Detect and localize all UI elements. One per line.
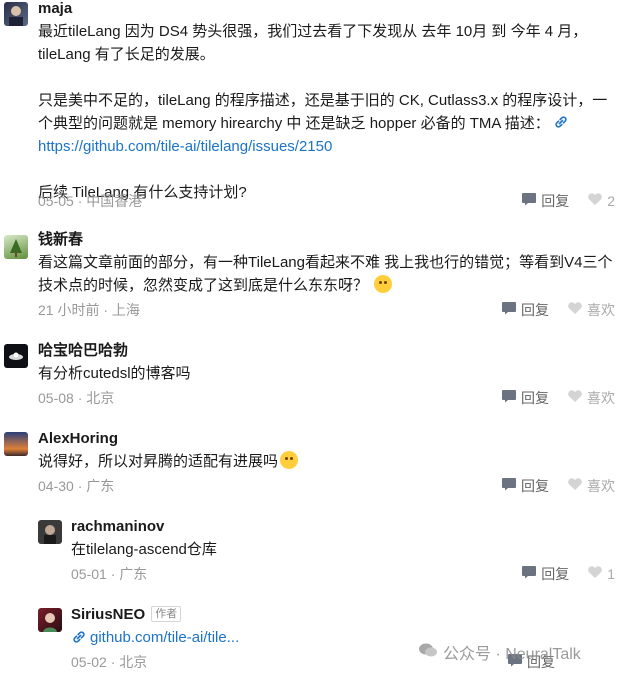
timestamp-location: 05-08 · 北京 xyxy=(38,390,115,406)
repo-link[interactable]: github.com/tile-ai/tile... xyxy=(90,629,239,646)
reply-label: 回复 xyxy=(541,193,570,209)
comment-author[interactable]: AlexHoring xyxy=(38,430,118,448)
comment-meta: 05-01 · 广东 回复 1 xyxy=(71,564,615,584)
comment-paragraph-text: 只是美中不足的，tileLang 的程序描述，还是基于旧的 CK, Cutlas… xyxy=(38,92,608,132)
reply-button[interactable]: 回复 xyxy=(521,191,569,211)
link-icon xyxy=(550,115,569,132)
comment-actions: 回复 喜欢 xyxy=(501,476,615,496)
comment-paragraph: 最近tileLang 因为 DS4 势头很强，我们过去看了下发现从 去年 10月… xyxy=(38,23,588,63)
comment-meta: 05-08 · 北京 回复 喜欢 xyxy=(38,388,615,408)
timestamp-location: 21 小时前 · 上海 xyxy=(38,302,140,318)
comment-author[interactable]: rachmaninov xyxy=(71,518,164,536)
comment-author[interactable]: maja xyxy=(38,0,72,18)
watermark: 公众号 · NeuralTalk xyxy=(418,640,581,664)
laughing-emoji-icon xyxy=(374,275,393,293)
comment-text: 在tilelang-ascend仓库 xyxy=(71,541,217,558)
avatar[interactable] xyxy=(4,235,28,259)
reply-label: 回复 xyxy=(521,478,549,494)
comment-meta: 21 小时前 · 上海 回复 喜欢 xyxy=(38,300,615,320)
comment-text: 最近tileLang 因为 DS4 势头很强，我们过去看了下发现从 去年 10月… xyxy=(38,20,615,204)
avatar[interactable] xyxy=(38,520,62,544)
comment-paragraph: 只是美中不足的，tileLang 的程序描述，还是基于旧的 CK, Cutlas… xyxy=(38,89,615,158)
reply-icon xyxy=(501,300,521,320)
like-count: 2 xyxy=(607,193,615,209)
heart-icon xyxy=(587,564,607,584)
wechat-icon xyxy=(418,642,438,663)
comment-meta: 04-30 · 广东 回复 喜欢 xyxy=(38,476,615,496)
comment-actions: 回复 喜欢 xyxy=(501,300,615,320)
comment-text: 说得好，所以对昇腾的适配有进展吗 xyxy=(38,450,615,473)
like-label: 喜欢 xyxy=(587,390,615,406)
avatar[interactable] xyxy=(4,344,28,368)
like-button[interactable]: 1 xyxy=(587,564,615,584)
avatar[interactable] xyxy=(4,2,28,26)
heart-icon xyxy=(567,476,587,496)
comment-text-content: 看这篇文章前面的部分，有一种TileLang看起来不难 我上我也行的错觉；等看到… xyxy=(38,254,613,294)
thinking-emoji-icon xyxy=(280,451,299,469)
reply-icon xyxy=(501,388,521,408)
comment-meta: 05-05 · 中国香港 回复 2 xyxy=(38,191,615,211)
heart-icon xyxy=(567,388,587,408)
watermark-text: 公众号 · NeuralTalk xyxy=(443,646,581,663)
timestamp-location: 04-30 · 广东 xyxy=(38,478,115,494)
like-count: 1 xyxy=(607,566,615,582)
comment-actions: 回复 喜欢 xyxy=(501,388,615,408)
like-button[interactable]: 喜欢 xyxy=(567,388,615,408)
link-icon xyxy=(71,628,87,651)
timestamp-location: 05-02 · 北京 xyxy=(71,654,148,670)
avatar[interactable] xyxy=(38,608,62,632)
reply-button[interactable]: 回复 xyxy=(501,476,549,496)
like-label: 喜欢 xyxy=(587,302,615,318)
like-button[interactable]: 2 xyxy=(587,191,615,211)
author-tag: 作者 xyxy=(151,606,182,622)
reply-label: 回复 xyxy=(521,390,549,406)
comment-actions: 回复 1 xyxy=(521,564,615,584)
reply-icon xyxy=(521,564,541,584)
reply-icon xyxy=(501,476,521,496)
timestamp-location: 05-01 · 广东 xyxy=(71,566,148,582)
heart-icon xyxy=(567,300,587,320)
reply-label: 回复 xyxy=(541,566,570,582)
reply-label: 回复 xyxy=(521,302,549,318)
comment-actions: 回复 2 xyxy=(521,191,615,211)
comment-author[interactable]: 钱新春 xyxy=(38,231,83,249)
issue-link[interactable]: https://github.com/tile-ai/tilelang/issu… xyxy=(38,138,332,155)
comment-author[interactable]: SiriusNEO xyxy=(71,606,145,624)
comment-text: 有分析cutedsl的博客吗 xyxy=(38,365,191,382)
comment-text-content: 说得好，所以对昇腾的适配有进展吗 xyxy=(38,453,279,470)
comment-author[interactable]: 哈宝哈巴哈勃 xyxy=(38,342,128,360)
like-button[interactable]: 喜欢 xyxy=(567,300,615,320)
comment-text: 看这篇文章前面的部分，有一种TileLang看起来不难 我上我也行的错觉；等看到… xyxy=(38,251,615,297)
reply-button[interactable]: 回复 xyxy=(501,388,549,408)
reply-button[interactable]: 回复 xyxy=(501,300,549,320)
reply-icon xyxy=(521,191,541,211)
like-button[interactable]: 喜欢 xyxy=(567,476,615,496)
heart-icon xyxy=(587,191,607,211)
avatar[interactable] xyxy=(4,432,28,456)
timestamp-location: 05-05 · 中国香港 xyxy=(38,193,143,209)
like-label: 喜欢 xyxy=(587,478,615,494)
reply-button[interactable]: 回复 xyxy=(521,564,569,584)
